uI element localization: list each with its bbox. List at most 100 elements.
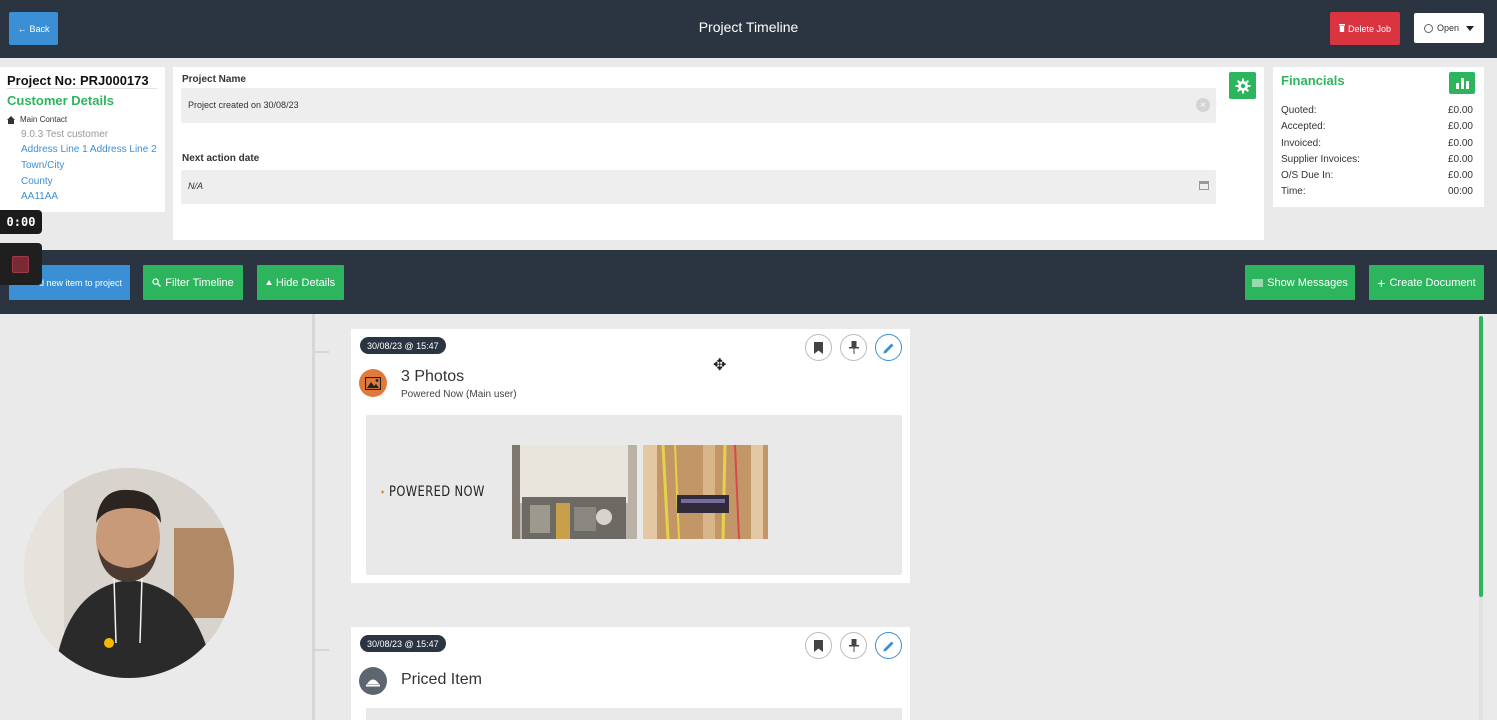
search-icon xyxy=(152,278,162,287)
pin-icon xyxy=(848,639,859,652)
project-name-input[interactable]: Project created on 30/08/23 × xyxy=(181,88,1216,123)
gear-icon xyxy=(1235,78,1250,93)
financial-value: £0.00 xyxy=(1447,121,1473,132)
trash-icon xyxy=(1338,23,1345,34)
financial-label: Accepted: xyxy=(1281,121,1326,132)
timeline-line xyxy=(312,314,315,720)
bookmark-button[interactable] xyxy=(805,334,832,361)
pencil-icon xyxy=(883,641,893,651)
financial-row-accepted: Accepted: £0.00 xyxy=(1281,121,1473,132)
home-icon xyxy=(7,115,15,124)
scrollbar-thumb[interactable] xyxy=(1479,316,1483,597)
financial-label: Invoiced: xyxy=(1281,138,1322,149)
delete-job-button[interactable]: Delete Job xyxy=(1330,12,1400,45)
project-number: Project No: PRJ000173 xyxy=(7,73,149,88)
financial-value: £0.00 xyxy=(1447,170,1473,181)
next-action-date-value: N/A xyxy=(188,181,204,191)
envelope-icon xyxy=(1252,278,1264,287)
financial-label: Supplier Invoices: xyxy=(1281,154,1360,165)
financial-value: £0.00 xyxy=(1447,105,1473,116)
bar-chart-icon[interactable] xyxy=(1449,72,1475,94)
customer-card: Project No: PRJ000173 Customer Details M… xyxy=(0,67,165,212)
status-radio-icon xyxy=(1423,23,1433,33)
town-link[interactable]: Town/City xyxy=(21,160,64,171)
timeline-tick xyxy=(314,649,329,651)
date-badge: 30/08/23 @ 15:47 xyxy=(360,635,446,652)
hide-details-label: Hide Details xyxy=(275,276,336,289)
date-badge: 30/08/23 @ 15:47 xyxy=(360,337,446,354)
delete-job-label: Delete Job xyxy=(1347,23,1392,34)
pin-button[interactable] xyxy=(840,632,867,659)
clear-icon[interactable]: × xyxy=(1196,98,1210,112)
financial-label: Time: xyxy=(1281,186,1306,197)
create-document-label: Create Document xyxy=(1389,276,1476,289)
photo-thumbnail[interactable] xyxy=(643,445,768,539)
financial-row-time: Time: 00:00 xyxy=(1281,186,1473,197)
county-link[interactable]: County xyxy=(21,176,53,187)
hide-details-button[interactable]: Hide Details xyxy=(257,265,344,300)
photo-gallery: POWERED NOW xyxy=(366,415,902,575)
calendar-icon[interactable] xyxy=(1199,181,1209,190)
status-dropdown[interactable]: Open xyxy=(1414,13,1484,43)
project-name-label: Project Name xyxy=(182,74,246,85)
pencil-icon xyxy=(883,343,893,353)
next-action-date-input[interactable]: N/A xyxy=(181,170,1216,204)
financial-label: Quoted: xyxy=(1281,105,1317,116)
page-title: Project Timeline xyxy=(698,19,799,35)
photo-thumbnail[interactable] xyxy=(512,445,637,539)
action-bar: d new item to project Filter Timeline Hi… xyxy=(0,250,1497,314)
financial-value: £0.00 xyxy=(1447,138,1473,149)
financial-row-os-due-in: O/S Due In: £0.00 xyxy=(1281,170,1473,181)
edit-button[interactable] xyxy=(875,632,902,659)
next-action-date-label: Next action date xyxy=(182,153,260,164)
financials-card: Financials Quoted: £0.00 Accepted: £0.00… xyxy=(1273,67,1484,207)
customer-details-heading: Customer Details xyxy=(7,93,114,108)
create-document-button[interactable]: + Create Document xyxy=(1369,265,1484,300)
bookmark-button[interactable] xyxy=(805,632,832,659)
financial-row-invoiced: Invoiced: £0.00 xyxy=(1281,138,1473,149)
financials-heading: Financials xyxy=(1281,73,1345,88)
main-contact-label: Main Contact xyxy=(20,115,68,124)
timeline-card-priced-item: 30/08/23 @ 15:47 Priced Item xyxy=(351,627,910,720)
move-cursor-icon: ✥ xyxy=(713,357,727,374)
item-title: 3 Photos xyxy=(401,368,465,385)
photo-thumbnail[interactable]: POWERED NOW xyxy=(381,445,506,539)
financial-row-quoted: Quoted: £0.00 xyxy=(1281,105,1473,116)
timeline-tick xyxy=(314,351,329,353)
item-details-area xyxy=(366,708,902,720)
show-messages-button[interactable]: Show Messages xyxy=(1245,265,1355,300)
address-line-link[interactable]: Address Line 1 Address Line 2 xyxy=(21,144,157,155)
stop-recording-button[interactable] xyxy=(0,243,42,285)
plus-icon: + xyxy=(1377,274,1386,291)
financial-row-supplier-invoices: Supplier Invoices: £0.00 xyxy=(1281,154,1473,165)
pin-icon xyxy=(848,341,859,354)
show-messages-label: Show Messages xyxy=(1267,276,1348,289)
pin-button[interactable] xyxy=(840,334,867,361)
bookmark-icon xyxy=(814,341,823,354)
financial-label: O/S Due In: xyxy=(1281,170,1334,181)
status-label: Open xyxy=(1436,23,1460,33)
filter-timeline-label: Filter Timeline xyxy=(165,276,234,289)
divider xyxy=(7,88,157,89)
customer-name: 9.0.3 Test customer xyxy=(21,129,109,140)
project-name-value: Project created on 30/08/23 xyxy=(188,100,299,110)
settings-button[interactable] xyxy=(1229,72,1256,99)
item-subtitle: Powered Now (Main user) xyxy=(401,389,517,400)
recording-timer: 0:00 xyxy=(0,210,42,234)
photo-icon xyxy=(359,369,387,397)
edit-button[interactable] xyxy=(875,334,902,361)
top-bar: ← Back Project Timeline Delete Job Open xyxy=(0,0,1497,58)
logo-text: POWERED NOW xyxy=(389,484,485,500)
chevron-down-icon xyxy=(1466,25,1475,31)
powered-now-logo-icon xyxy=(381,490,385,494)
postcode-link[interactable]: AA11AA xyxy=(21,191,58,202)
timeline-card-photos: 30/08/23 @ 15:47 3 Photos Powered Now (M… xyxy=(351,329,910,583)
filter-timeline-button[interactable]: Filter Timeline xyxy=(143,265,243,300)
financial-value: £0.00 xyxy=(1447,154,1473,165)
financial-value: 00:00 xyxy=(1447,186,1473,197)
item-title: Priced Item xyxy=(401,671,482,688)
stop-icon xyxy=(12,256,29,273)
priced-item-icon xyxy=(359,667,387,695)
bookmark-icon xyxy=(814,639,823,652)
project-details-card: Project Name Project created on 30/08/23… xyxy=(173,67,1264,240)
